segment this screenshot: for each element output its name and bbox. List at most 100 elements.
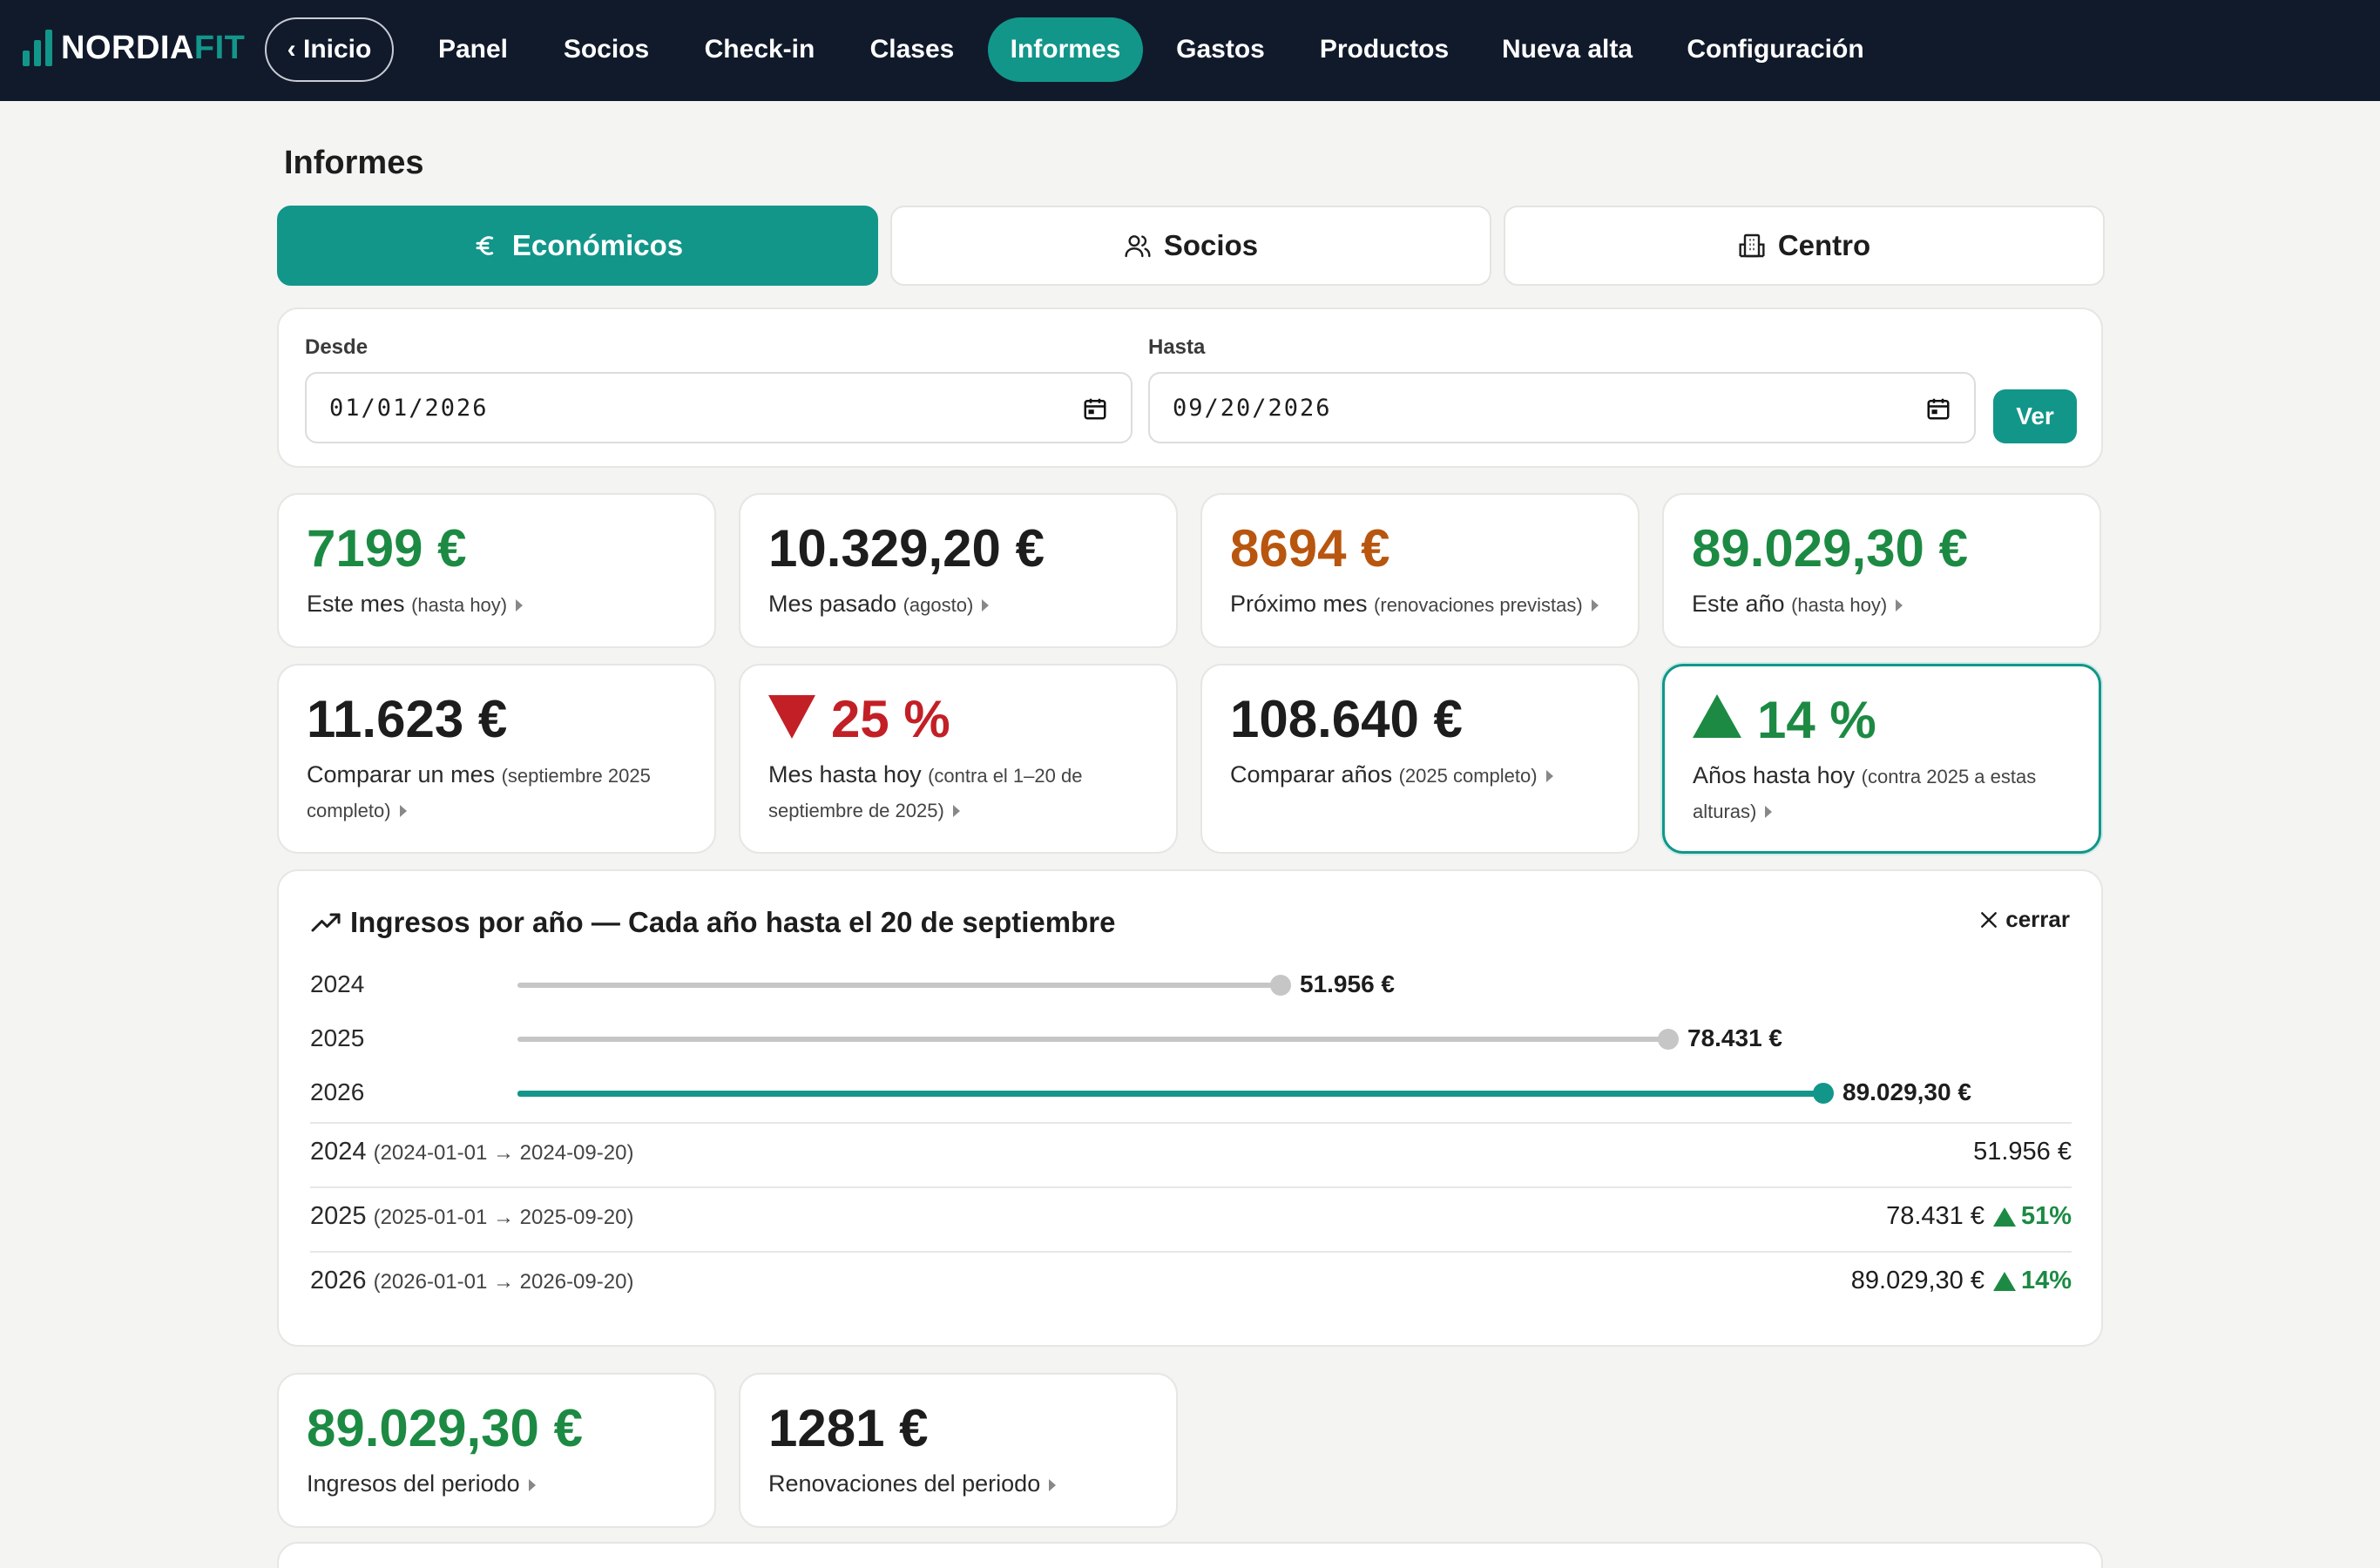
year-cell: 2026 (2026-01-01 → 2026-09-20) xyxy=(310,1267,634,1294)
ver-button[interactable]: Ver xyxy=(1993,389,2077,443)
kpi-card-mes-pasado[interactable]: 10.329,20 € Mes pasado (agosto) xyxy=(739,493,1178,648)
amount-cell: 89.029,30 €14% xyxy=(1850,1267,2072,1295)
kpi-value: 1281 € xyxy=(768,1399,929,1457)
bar-value-label: 89.029,30 € xyxy=(1842,1078,1971,1105)
users-icon xyxy=(1125,235,1151,258)
kpi-value: 10.329,20 € xyxy=(768,519,1045,578)
to-date-input[interactable]: 09/20/2026 xyxy=(1148,372,1976,443)
kpi-card-este-ano[interactable]: 89.029,30 € Este año (hasta hoy) xyxy=(1662,493,2101,648)
kpi-label: Renovaciones del periodo xyxy=(768,1467,1152,1500)
kpi-card-proximo-mes[interactable]: 8694 € Próximo mes (renovaciones previst… xyxy=(1200,493,1640,648)
bar-category-label: 2025 xyxy=(310,1024,365,1051)
bar-chart-logo-icon xyxy=(23,30,52,66)
nav-item-socios[interactable]: Socios xyxy=(545,17,667,82)
tab-centro[interactable]: Centro xyxy=(1504,206,2105,286)
divider xyxy=(310,1251,2072,1253)
kpi-card-mes-hasta-hoy[interactable]: 25 % Mes hasta hoy (contra el 1–20 de se… xyxy=(739,664,1178,854)
year-comparison-panel: Ingresos por año — Cada año hasta el 20 … xyxy=(277,869,2103,1347)
kpi-card-renovaciones-periodo[interactable]: 1281 € Renovaciones del periodo xyxy=(739,1373,1178,1528)
brand-logo[interactable]: NORDIAFIT xyxy=(23,30,245,66)
amount-cell: 78.431 €51% xyxy=(1886,1202,2072,1231)
bar-value-label: 51.956 € xyxy=(1300,970,1395,997)
bar-end-marker xyxy=(1813,1083,1834,1104)
caret-right-icon xyxy=(528,1478,536,1491)
from-date-value: 01/01/2026 xyxy=(329,394,489,422)
kpi-value: 14 % xyxy=(1693,694,1876,747)
nav-item-productos[interactable]: Productos xyxy=(1307,17,1462,82)
divider xyxy=(310,1122,2072,1124)
bar-end-marker xyxy=(1658,1029,1679,1050)
nav-item-check-in[interactable]: Check-in xyxy=(690,17,829,82)
table-row: 2026 (2026-01-01 → 2026-09-20) 89.029,30… xyxy=(310,1254,2072,1315)
bar-row-2024: 2024 51.956 € xyxy=(310,967,2070,1002)
kpi-card-ingresos-periodo[interactable]: 89.029,30 € Ingresos del periodo xyxy=(277,1373,716,1528)
calendar-icon[interactable] xyxy=(1925,395,1951,422)
caret-right-icon xyxy=(952,804,960,817)
tab-economicos[interactable]: Económicos xyxy=(277,206,878,286)
tab-label: Económicos xyxy=(511,229,684,261)
bar-value-label: 78.431 € xyxy=(1687,1024,1782,1051)
caret-right-icon xyxy=(399,804,407,817)
bar-row-2026: 2026 89.029,30 € xyxy=(310,1075,2070,1110)
nav-item-nueva-alta[interactable]: Nueva alta xyxy=(1497,17,1638,82)
nav-item-gastos[interactable]: Gastos xyxy=(1162,17,1279,82)
to-date-label: Hasta xyxy=(1148,335,1206,359)
nav-item-panel[interactable]: Panel xyxy=(416,17,530,82)
kpi-label: Mes pasado (agosto) xyxy=(768,587,1152,622)
change-badge: 14% xyxy=(1992,1267,2072,1295)
kpi-card-este-mes[interactable]: 7199 € Este mes (hasta hoy) xyxy=(277,493,716,648)
kpi-value: 89.029,30 € xyxy=(307,1399,583,1457)
close-icon xyxy=(1981,911,1998,928)
trend-up-icon xyxy=(1693,694,1741,738)
caret-right-icon xyxy=(1591,598,1599,612)
caret-right-icon xyxy=(1765,805,1773,818)
bar-category-label: 2026 xyxy=(310,1078,365,1105)
table-row: 2024 (2024-01-01 → 2024-09-20) 51.956 € xyxy=(310,1125,2072,1186)
kpi-label: Ingresos del periodo xyxy=(307,1467,690,1500)
kpi-label: Comparar años (2025 completo) xyxy=(1230,758,1613,793)
from-date-label: Desde xyxy=(305,335,368,359)
bar-2024 xyxy=(517,983,1277,988)
kpi-value: 89.029,30 € xyxy=(1692,519,1968,578)
tab-socios[interactable]: Socios xyxy=(890,206,1491,286)
kpi-label: Comparar un mes (septiembre 2025 complet… xyxy=(307,761,651,821)
year-cell: 2024 (2024-01-01 → 2024-09-20) xyxy=(310,1138,634,1166)
nav-item-configuracion[interactable]: Configuración xyxy=(1680,17,1871,82)
kpi-card-anos-hasta-hoy[interactable]: 14 % Años hasta hoy (contra 2025 a estas… xyxy=(1662,664,2101,854)
divider xyxy=(310,1186,2072,1188)
caret-right-icon xyxy=(1896,598,1903,612)
trend-up-icon xyxy=(1992,1206,2016,1227)
kpi-value: 25 % xyxy=(768,693,950,746)
euro-icon xyxy=(476,236,494,255)
tab-label: Centro xyxy=(1777,229,1871,261)
change-badge: 51% xyxy=(1992,1202,2072,1231)
nav-item-clases[interactable]: Clases xyxy=(855,17,969,82)
kpi-label: Este mes (hasta hoy) xyxy=(307,587,690,622)
bar-category-label: 2024 xyxy=(310,970,365,997)
from-date-input[interactable]: 01/01/2026 xyxy=(305,372,1133,443)
back-to-home-button[interactable]: ‹ Inicio xyxy=(265,17,394,82)
caret-right-icon xyxy=(982,598,990,612)
trend-down-icon xyxy=(768,695,815,739)
kpi-card-comparar-mes[interactable]: 11.623 € Comparar un mes (septiembre 202… xyxy=(277,664,716,854)
close-panel-button[interactable]: cerrar xyxy=(1979,906,2070,933)
bar-2025 xyxy=(517,1037,1665,1042)
bar-end-marker xyxy=(1270,975,1291,996)
top-nav: NORDIAFIT ‹ Inicio Panel Socios Check-in… xyxy=(0,0,2380,101)
kpi-value: 108.640 € xyxy=(1230,690,1463,748)
caret-right-icon xyxy=(1049,1478,1057,1491)
next-section-card xyxy=(277,1542,2103,1568)
kpi-label: Mes hasta hoy (contra el 1–20 de septiem… xyxy=(768,761,1083,821)
bar-2026 xyxy=(517,1091,1820,1097)
to-date-value: 09/20/2026 xyxy=(1173,394,1332,422)
caret-right-icon xyxy=(516,598,524,612)
trending-up-icon xyxy=(311,913,341,932)
amount-cell: 51.956 € xyxy=(1973,1138,2072,1166)
date-filter-card: Desde 01/01/2026 Hasta 09/20/2026 Ver xyxy=(277,308,2103,468)
calendar-icon[interactable] xyxy=(1082,395,1108,422)
kpi-value: 7199 € xyxy=(307,519,467,578)
caret-right-icon xyxy=(1545,769,1553,782)
table-row: 2025 (2025-01-01 → 2025-09-20) 78.431 €5… xyxy=(310,1190,2072,1251)
nav-item-informes[interactable]: Informes xyxy=(988,17,1143,82)
kpi-card-comparar-anos[interactable]: 108.640 € Comparar años (2025 completo) xyxy=(1200,664,1640,854)
